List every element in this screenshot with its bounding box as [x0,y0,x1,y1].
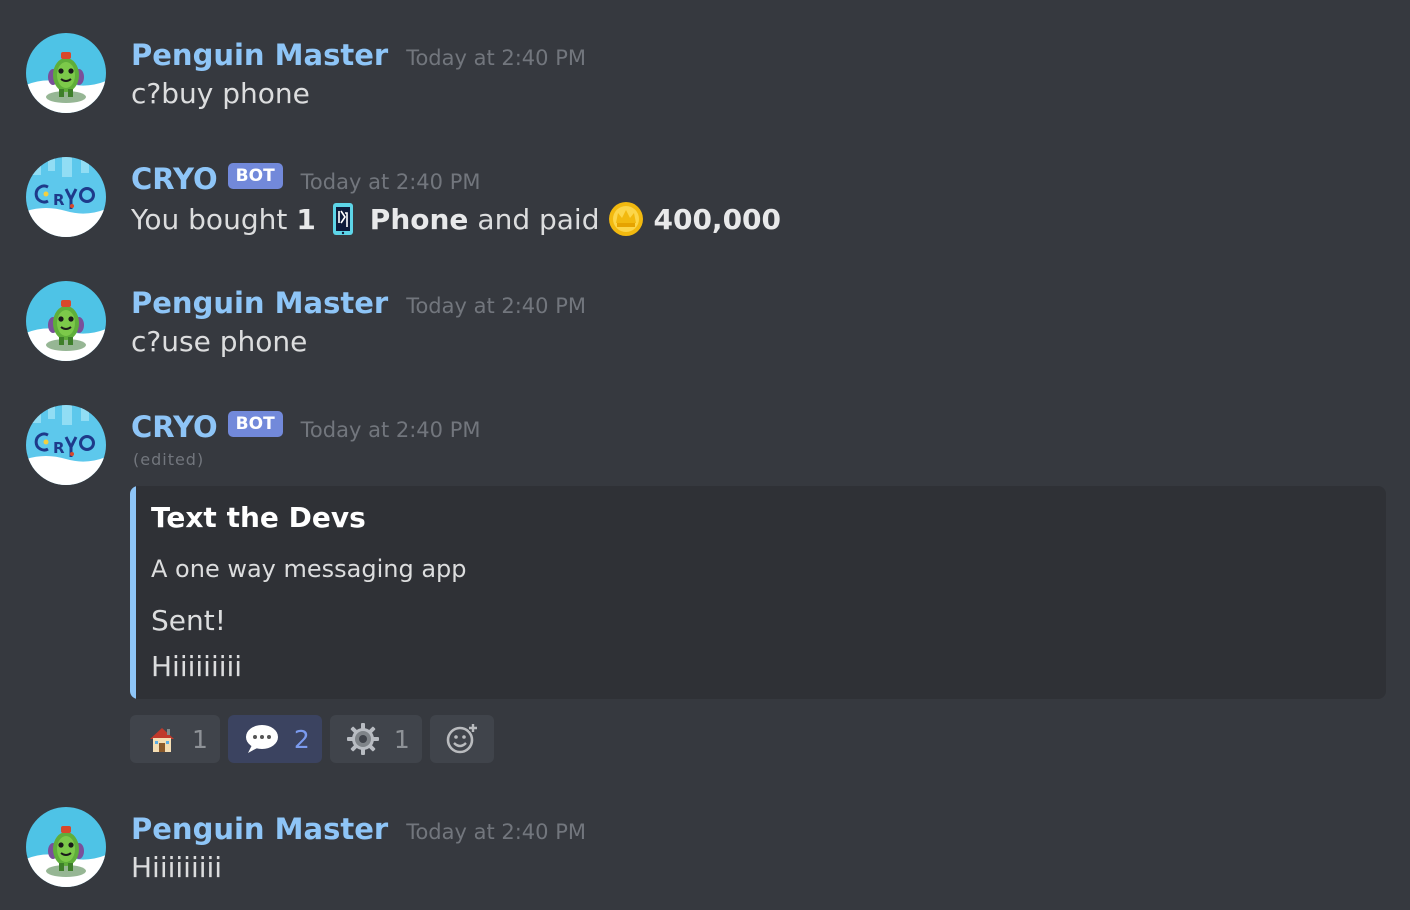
embed-field-text: Hiiiiiiiii [151,650,243,683]
edited-label: (edited) [133,450,205,469]
timestamp[interactable]: Today at 2:40 PM [301,170,481,194]
svg-text:R: R [53,439,65,457]
phone-icon [325,201,361,237]
quantity: 1 [296,202,316,236]
text-segment: and paid [477,202,600,236]
embed-description: A one way messaging app [151,555,467,583]
reaction-house[interactable]: 1 [130,715,220,763]
chat-messages: Penguin Master Today at 2:40 PM c?buy ph… [0,0,1410,910]
reaction-count: 1 [393,724,410,754]
username[interactable]: Penguin Master [131,812,388,846]
cryo-logo-avatar-icon: R [26,405,106,485]
svg-text:R: R [53,191,65,209]
bot-avatar[interactable]: R [26,405,106,485]
cactus-avatar-icon [26,807,106,887]
house-icon [150,728,174,752]
message-content: You bought 1 Phone and paid 400,000 [131,201,781,237]
timestamp[interactable]: Today at 2:40 PM [301,418,481,442]
username[interactable]: CRYO [131,410,218,444]
message-content: c?use phone [131,325,308,358]
timestamp[interactable]: Today at 2:40 PM [406,46,586,70]
username[interactable]: CRYO [131,162,218,196]
embed-field-text: Sent! [151,604,226,637]
message-header: Penguin Master Today at 2:40 PM [131,283,586,323]
embed-accent-bar [130,486,136,699]
reaction-speech-bubble[interactable]: 2 [227,715,322,763]
reaction-gear[interactable]: 1 [329,715,422,763]
embed-title: Text the Devs [151,501,366,534]
bot-tag: BOT [227,163,283,189]
message-header: Penguin Master Today at 2:40 PM [131,809,586,849]
bot-tag: BOT [227,411,283,437]
message-content: c?buy phone [131,77,310,110]
username[interactable]: Penguin Master [131,286,388,320]
add-reaction-icon [446,723,477,754]
user-avatar[interactable] [26,807,106,887]
user-avatar[interactable] [26,33,106,113]
cryo-logo-avatar-icon: R [26,157,106,237]
speech-bubble-icon [245,725,278,753]
message-header: CRYO BOT Today at 2:40 PM [131,407,480,447]
message-header: CRYO BOT Today at 2:40 PM [131,159,480,199]
gear-icon [346,723,379,755]
item-name: Phone [369,202,469,236]
coin-icon [608,201,644,237]
embed: Text the Devs A one way messaging app Se… [130,486,1386,699]
cactus-avatar-icon [26,281,106,361]
message-content: Hiiiiiiiii [131,851,223,884]
timestamp[interactable]: Today at 2:40 PM [406,294,586,318]
user-avatar[interactable] [26,281,106,361]
reaction-count: 1 [192,724,208,754]
message-header: Penguin Master Today at 2:40 PM [131,35,586,75]
add-reaction-button[interactable] [429,715,494,763]
username[interactable]: Penguin Master [131,38,388,72]
reaction-count: 2 [293,724,310,754]
cactus-avatar-icon [26,33,106,113]
reactions-bar: 1 2 1 [130,715,494,763]
timestamp[interactable]: Today at 2:40 PM [406,820,586,844]
text-segment: You bought [131,202,288,236]
bot-avatar[interactable]: R [26,157,106,237]
amount: 400,000 [653,202,782,236]
